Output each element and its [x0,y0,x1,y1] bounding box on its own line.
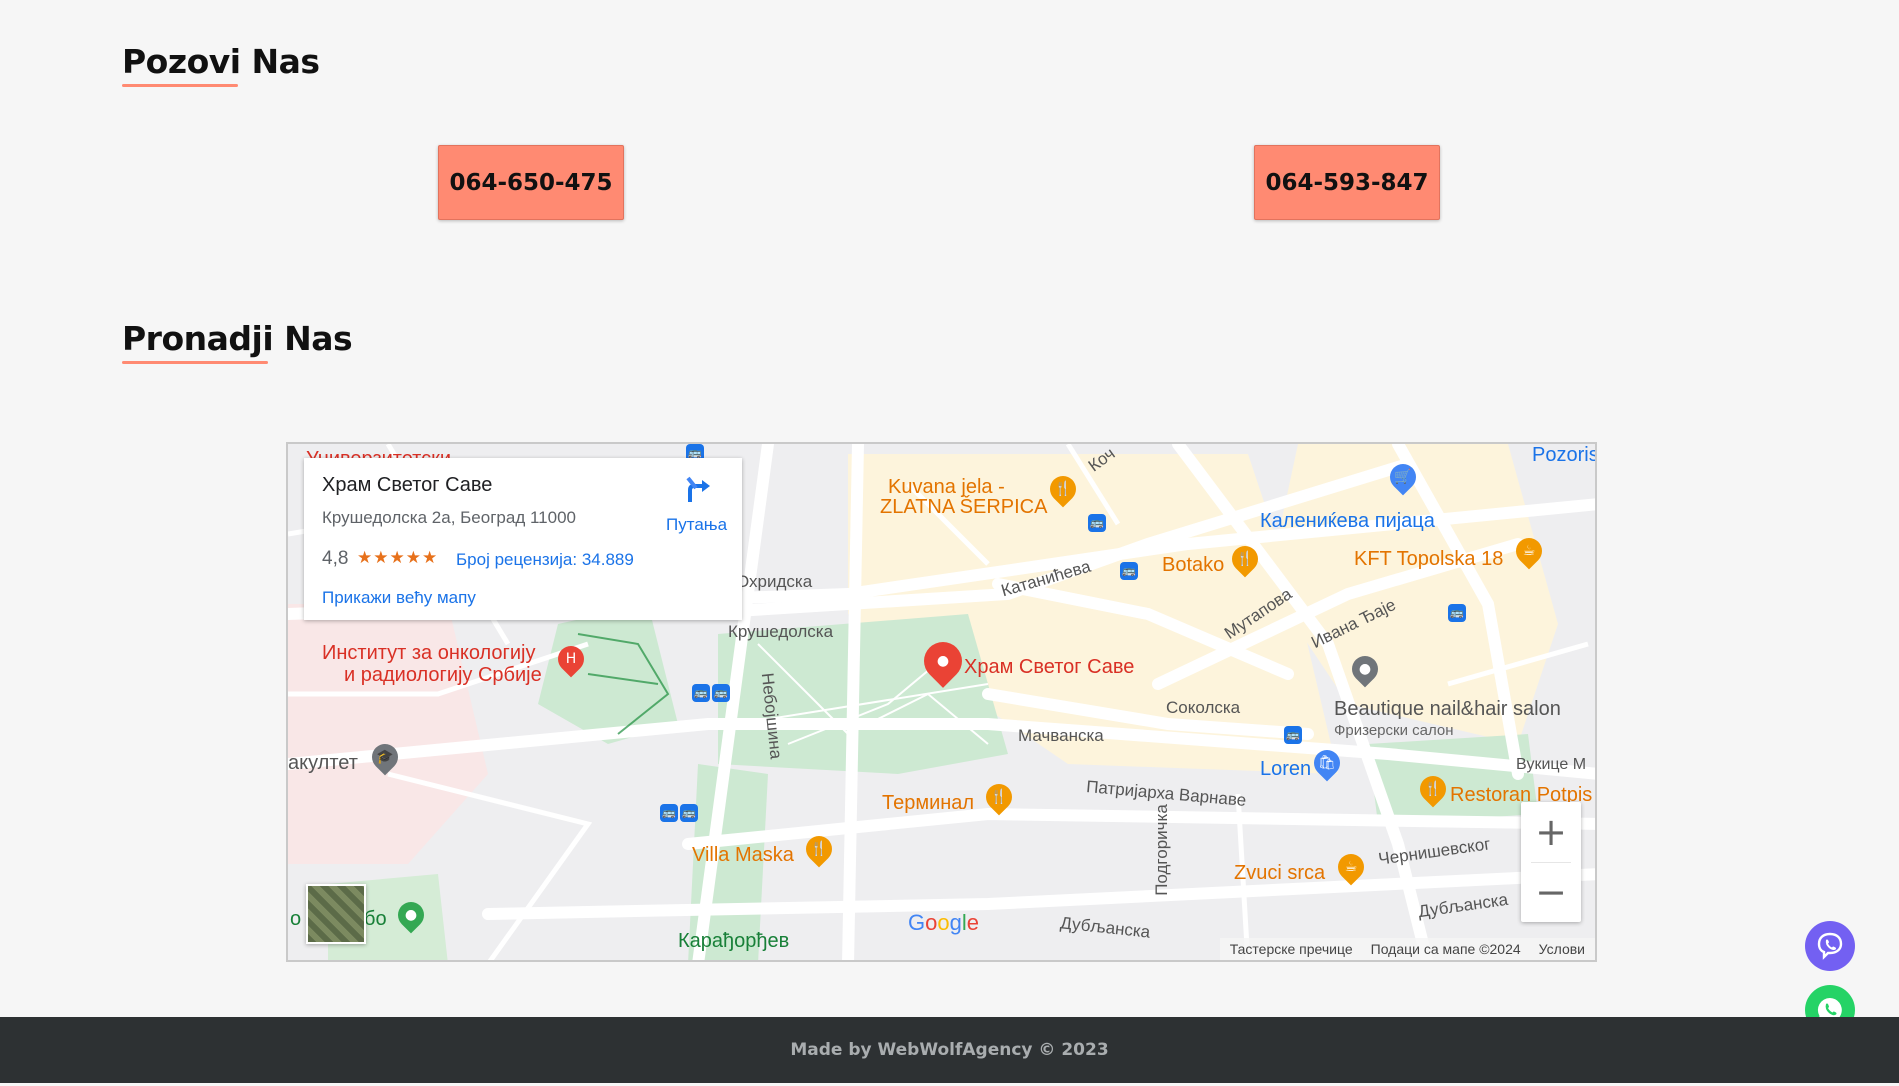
poi-label[interactable]: Терминал [882,792,974,815]
call-section-title: Pozovi Nas [122,42,320,87]
street-label: Охридска [736,572,813,591]
star-rating-icon: ★★★★★ [357,548,439,567]
poi-label[interactable]: и радиологију Србије [344,664,542,687]
restaurant-icon[interactable]: 🍴 [1044,470,1082,508]
poi-label: Фризерски салон [1334,722,1454,739]
street-label: Соколска [1166,698,1241,717]
footer: Made by WebWolfAgency © 2023 [0,1017,1899,1083]
bus-stop-icon[interactable]: 🚌 [1284,726,1302,744]
poi-label[interactable]: акултет [288,752,358,775]
bus-stop-icon[interactable]: 🚌 [712,684,730,702]
street-label: Подгоричка [1151,804,1171,896]
footer-credit: Made by WebWolfAgency © 2023 [790,1040,1109,1060]
zoom-in-button[interactable]: + [1521,802,1581,862]
cafe-icon[interactable]: ☕ [1510,532,1548,570]
bus-stop-icon[interactable]: 🚌 [660,804,678,822]
phone-button-1[interactable]: 064-650-475 [438,145,624,220]
poi-label[interactable]: Zvuci srca [1234,862,1325,885]
shopping-cart-icon[interactable]: 🛒 [1384,458,1422,496]
poi-label[interactable]: Loren [1260,758,1311,781]
title-underline [122,84,238,87]
restaurant-icon[interactable]: 🍴 [980,778,1018,816]
poi-label[interactable]: Botako [1162,554,1224,577]
terms-link[interactable]: Услови [1539,938,1585,960]
find-section-title: Pronadji Nas [122,319,353,364]
place-rating: 4,8 [322,548,349,569]
place-info-card: Храм Светог Саве Крушедолска 2а, Београд… [304,458,742,620]
bus-stop-icon[interactable]: 🚌 [680,804,698,822]
poi-label[interactable]: KFT Topolska 18 [1354,548,1503,571]
street-label: Мачванска [1018,726,1104,745]
bus-stop-icon[interactable]: 🚌 [1088,514,1106,532]
reviews-link[interactable]: Број рецензија: 34.889 [456,550,634,570]
restaurant-icon[interactable]: 🍴 [1414,770,1452,808]
poi-label[interactable]: Институт за онкологију [322,642,535,665]
map-attribution: Тастерске пречице Подаци са мапе ©2024 У… [1219,938,1595,960]
view-larger-map-link[interactable]: Прикажи већу мапу [322,588,476,608]
divider [1531,862,1571,863]
poi-label: Вукице М [1516,756,1587,773]
zoom-out-button[interactable]: − [1521,862,1581,922]
title-underline [122,361,268,364]
directions-link[interactable]: Путања [666,515,727,535]
directions-icon[interactable] [682,474,714,506]
marker-label[interactable]: Храм Светог Саве [964,656,1134,679]
street-label: Крушедолска [728,622,834,641]
restaurant-icon[interactable]: 🍴 [1226,540,1264,578]
poi-label: бо [364,908,387,930]
map-marker-icon[interactable]: ● [916,634,970,688]
poi-label[interactable]: Калениќева пијаца [1260,510,1435,533]
university-icon[interactable]: 🎓 [366,738,404,776]
bus-stop-icon[interactable]: 🚌 [1448,604,1466,622]
embedded-map[interactable]: Охридска Крушедолска Катанићева Мутапова… [286,442,1597,962]
poi-label[interactable]: Pozoris [1532,444,1595,467]
salon-icon[interactable]: ● [1346,650,1384,688]
cafe-icon[interactable]: ☕ [1332,848,1370,886]
map-data-text: Подаци са мапе ©2024 [1370,941,1521,957]
phone-button-2[interactable]: 064-593-847 [1254,145,1440,220]
satellite-toggle[interactable] [306,884,366,944]
viber-icon [1817,932,1843,960]
poi-label[interactable]: Villa Maska [692,844,794,867]
bus-stop-icon[interactable]: 🚌 [1120,562,1138,580]
place-address: Крушедолска 2а, Београд 11000 [322,508,576,527]
zoom-controls: + − [1521,802,1581,922]
hospital-icon[interactable]: H [552,640,590,678]
poi-label[interactable]: ZLATNA ŠERPICA [880,496,1047,519]
shopping-bag-icon[interactable]: 🛍 [1308,744,1346,782]
bus-stop-icon[interactable]: 🚌 [692,684,710,702]
viber-button[interactable] [1805,921,1855,971]
keyboard-shortcuts-link[interactable]: Тастерске пречице [1230,938,1353,960]
place-name: Храм Светог Саве [322,474,493,496]
restaurant-icon[interactable]: 🍴 [800,830,838,868]
poi-label: о [290,908,302,930]
poi-label[interactable]: Beautique nail&hair salon [1334,698,1561,721]
poi-label[interactable]: Карађорђев [678,930,789,953]
google-logo: Google [908,910,980,935]
park-icon[interactable]: ● [392,896,430,934]
